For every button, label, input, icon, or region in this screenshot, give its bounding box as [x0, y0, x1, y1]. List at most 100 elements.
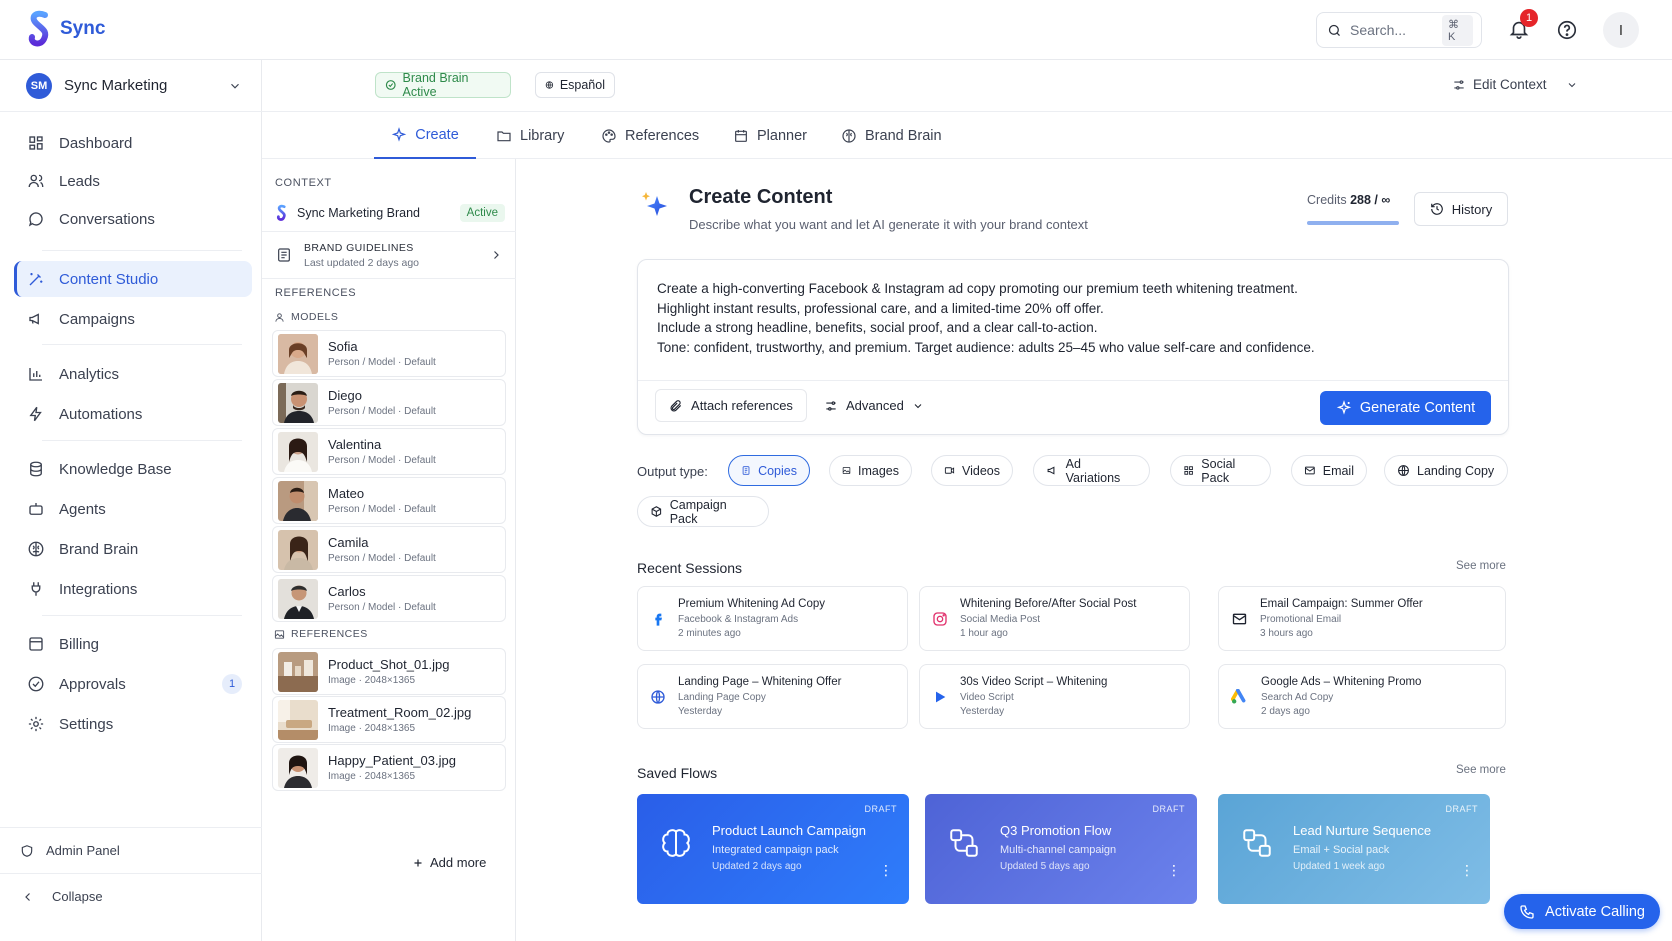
flow-card-lead-nurture[interactable]: DRAFT Lead Nurture Sequence Email + Soci…	[1218, 794, 1490, 904]
create-content-main: Create Content Describe what you want an…	[516, 159, 1672, 941]
image-reference-card[interactable]: Treatment_Room_02.jpg Image · 2048×1365	[272, 696, 506, 743]
user-avatar[interactable]: I	[1603, 12, 1639, 48]
app-logo[interactable]: Sync	[26, 9, 105, 49]
flow-updated: Updated 1 week ago	[1293, 861, 1385, 872]
attach-references-button[interactable]: Attach references	[655, 389, 807, 422]
session-title: 30s Video Script – Whitening	[960, 676, 1108, 688]
sidebar-item-dashboard[interactable]: Dashboard	[14, 125, 252, 161]
session-title: Landing Page – Whitening Offer	[678, 676, 842, 688]
admin-panel-link[interactable]: Admin Panel	[0, 827, 262, 873]
tab-library[interactable]: Library	[496, 112, 564, 159]
output-type-copies[interactable]: Copies	[728, 455, 810, 486]
sidebar-item-billing[interactable]: Billing	[14, 626, 252, 662]
history-button[interactable]: History	[1414, 192, 1508, 226]
nav-divider	[42, 344, 242, 345]
sidebar-item-leads[interactable]: Leads	[14, 163, 252, 199]
sliders-icon	[826, 400, 836, 411]
model-card[interactable]: Diego Person / Model · Default	[272, 379, 506, 426]
model-card[interactable]: Carlos Person / Model · Default	[272, 575, 506, 622]
output-type-landing-copy[interactable]: Landing Copy	[1384, 455, 1508, 486]
credits-label: Credits	[1307, 193, 1347, 207]
user-icon	[275, 312, 284, 322]
sidebar-item-integrations[interactable]: Integrations	[14, 571, 252, 607]
language-selector[interactable]: Español	[535, 72, 615, 98]
mail-icon	[1304, 466, 1315, 475]
sidebar-item-campaigns[interactable]: Campaigns	[14, 301, 252, 337]
reference-name: Treatment_Room_02.jpg	[328, 705, 472, 720]
approvals-badge: 1	[222, 674, 242, 694]
advanced-options-button[interactable]: Advanced	[824, 389, 924, 422]
sidebar-item-brand-brain[interactable]: Brand Brain	[14, 531, 252, 567]
workspace-switcher[interactable]: SM Sync Marketing	[0, 60, 262, 112]
more-options-icon[interactable]: ⋮	[1167, 862, 1181, 879]
output-type-campaign-pack[interactable]: Campaign Pack	[637, 496, 769, 527]
model-card[interactable]: Mateo Person / Model · Default	[272, 477, 506, 524]
sidebar-item-knowledge-base[interactable]: Knowledge Base	[14, 451, 252, 487]
sidebar-item-agents[interactable]: Agents	[14, 491, 252, 527]
tab-planner[interactable]: Planner	[733, 112, 807, 159]
output-type-social-pack[interactable]: Social Pack	[1170, 455, 1271, 486]
sidebar-item-analytics[interactable]: Analytics	[14, 356, 252, 392]
flow-card-q3-promotion[interactable]: DRAFT Q3 Promotion Flow Multi-channel ca…	[925, 794, 1197, 904]
tab-label: Library	[520, 127, 565, 144]
tab-references[interactable]: References	[601, 112, 699, 159]
sidebar-item-label: Analytics	[59, 365, 120, 383]
brand-brain-label: Brand Brain Active	[402, 71, 469, 99]
sync-logo-icon	[276, 204, 286, 221]
sidebar-item-conversations[interactable]: Conversations	[14, 201, 252, 237]
prompt-editor[interactable]: Create a high-converting Facebook & Inst…	[637, 259, 1509, 435]
context-panel: CONTEXT Sync Marketing Brand Active BRAN…	[262, 159, 516, 941]
edit-context-button[interactable]: Edit Context	[1452, 77, 1578, 92]
mail-icon	[1232, 613, 1247, 624]
output-type-label-text: Social Pack	[1201, 456, 1236, 485]
sidebar-item-approvals[interactable]: Approvals 1	[14, 666, 252, 702]
activate-calling-button[interactable]: Activate Calling	[1504, 894, 1660, 929]
brand-status-badge: Active	[459, 204, 505, 222]
tab-brand-brain[interactable]: Brand Brain	[841, 112, 942, 159]
global-search[interactable]: ⌘ K	[1316, 12, 1482, 48]
nav-divider	[42, 615, 242, 616]
brand-context-row[interactable]: Sync Marketing Brand Active	[275, 204, 505, 222]
image-reference-card[interactable]: Happy_Patient_03.jpg Image · 2048×1365	[272, 744, 506, 791]
video-icon	[944, 467, 955, 474]
prompt-textarea[interactable]: Create a high-converting Facebook & Inst…	[657, 279, 1487, 357]
output-type-email[interactable]: Email	[1291, 455, 1367, 486]
more-options-icon[interactable]: ⋮	[1460, 862, 1474, 879]
session-card[interactable]: Landing Page – Whitening Offer Landing Pa…	[637, 664, 908, 729]
brand-guidelines-row[interactable]: BRAND GUIDELINES Last updated 2 days ago	[262, 231, 516, 279]
megaphone-icon	[1047, 466, 1055, 475]
session-card[interactable]: Premium Whitening Ad Copy Facebook & Inst…	[637, 586, 908, 651]
search-input[interactable]	[1350, 22, 1435, 38]
reference-meta: Image · 2048×1365	[328, 723, 416, 734]
output-type-ad-variations[interactable]: Ad Variations	[1033, 455, 1150, 486]
add-more-references-button[interactable]: Add more	[412, 855, 486, 870]
brain-icon	[28, 541, 44, 557]
brand-brain-status[interactable]: Brand Brain Active	[375, 71, 511, 99]
folder-icon	[497, 130, 511, 141]
flow-card-product-launch[interactable]: DRAFT Product Launch Campaign Integrated…	[637, 794, 909, 904]
session-time: 2 minutes ago	[678, 628, 741, 639]
sidebar-item-settings[interactable]: Settings	[14, 706, 252, 742]
session-card[interactable]: Whitening Before/After Social Post Social…	[919, 586, 1190, 651]
tab-create[interactable]: Create	[374, 112, 476, 159]
sidebar-item-content-studio[interactable]: Content Studio	[14, 261, 252, 297]
output-type-videos[interactable]: Videos	[931, 455, 1013, 486]
collapse-sidebar-button[interactable]: Collapse	[0, 873, 262, 919]
image-reference-card[interactable]: Product_Shot_01.jpg Image · 2048×1365	[272, 648, 506, 695]
saved-flows-see-more[interactable]: See more	[1456, 764, 1506, 776]
recent-sessions-see-more[interactable]: See more	[1456, 560, 1506, 572]
session-card[interactable]: Email Campaign: Summer Offer Promotional …	[1218, 586, 1506, 651]
chevron-left-icon	[25, 892, 30, 901]
help-button[interactable]	[1556, 19, 1578, 41]
model-card[interactable]: Sofia Person / Model · Default	[272, 330, 506, 377]
session-card[interactable]: Google Ads – Whitening Promo Search Ad Co…	[1218, 664, 1506, 729]
more-options-icon[interactable]: ⋮	[879, 862, 893, 879]
admin-panel-label: Admin Panel	[46, 843, 120, 858]
sidebar-item-automations[interactable]: Automations	[14, 396, 252, 432]
session-card[interactable]: 30s Video Script – Whitening Video Script…	[919, 664, 1190, 729]
model-card[interactable]: Camila Person / Model · Default	[272, 526, 506, 573]
generate-content-button[interactable]: Generate Content	[1320, 391, 1491, 425]
sidebar-item-label: Integrations	[59, 580, 138, 598]
model-card[interactable]: Valentina Person / Model · Default	[272, 428, 506, 475]
output-type-images[interactable]: Images	[829, 455, 912, 486]
